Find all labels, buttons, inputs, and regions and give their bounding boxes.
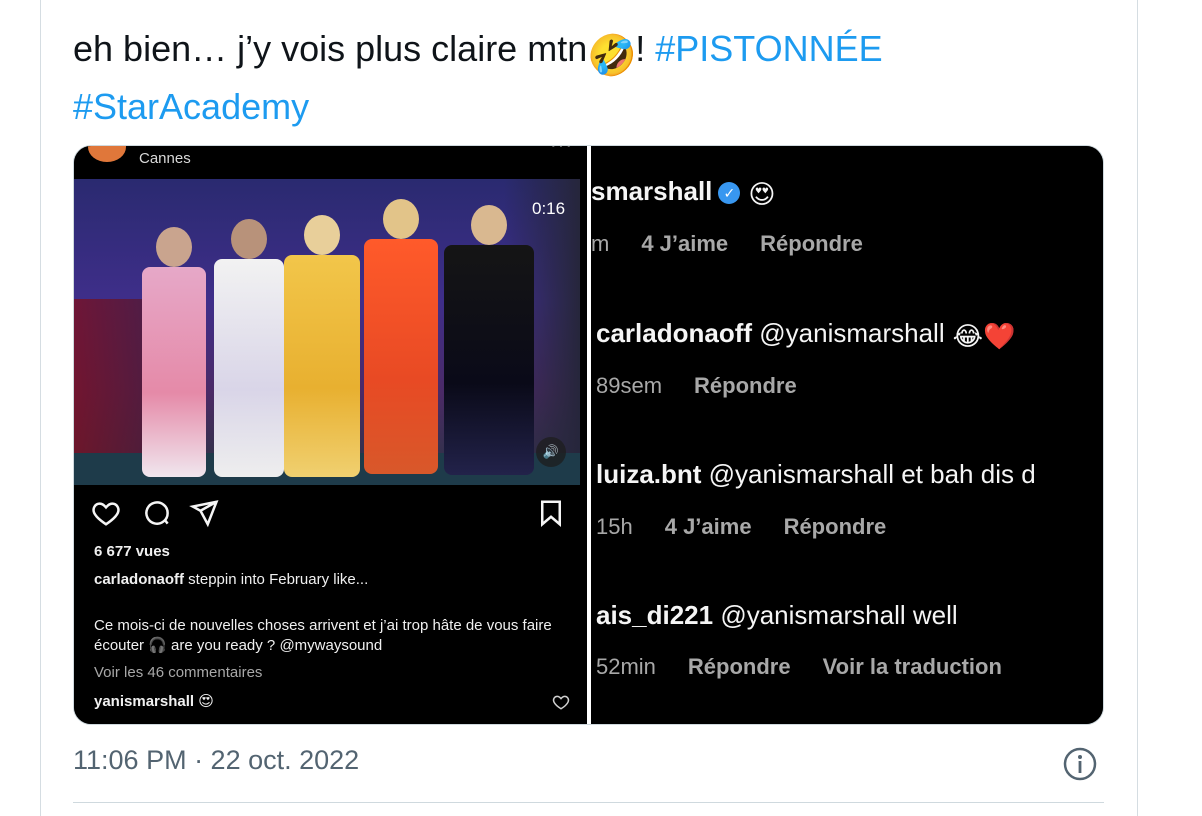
comment-1-likes: 4 J’aime — [641, 231, 729, 256]
info-circle-icon[interactable] — [1062, 746, 1098, 782]
comment-1-reply: Répondre — [760, 231, 863, 256]
comment-2-time: 89sem — [596, 373, 663, 398]
timeline-border-left — [40, 0, 41, 816]
comment-3-reply: Répondre — [783, 514, 887, 539]
tweet-media[interactable]: Cannes ··· 0:16 🔊 6 677 vues carladonaof… — [73, 145, 1104, 725]
comment-3-text: @yanismarshall et bah dis d — [701, 459, 1036, 489]
hashtag-pistonnee-link[interactable]: #PISTONNÉE — [655, 28, 882, 69]
comment-4-text: @yanismarshall well — [713, 600, 958, 630]
top-comment-emoji: 😍 — [198, 693, 214, 710]
comment-2: carladonaoff @yanismarshall 😂❤️ — [596, 318, 1015, 352]
divider — [73, 802, 1104, 803]
instagram-comments-screenshot: smarshall ✓ 😍 m 4 J’aime Répondre carladonao… — [591, 146, 1103, 724]
comment-2-emoji: 😂❤️ — [952, 321, 1016, 351]
caption-username[interactable]: carladonaoff — [94, 571, 184, 588]
top-comment: yanismarshall 😍 — [94, 692, 214, 710]
volume-icon[interactable]: 🔊 — [536, 437, 566, 467]
avatar — [88, 146, 126, 162]
top-comment-username[interactable]: yanismarshall — [94, 693, 194, 710]
video-duration: 0:16 — [532, 199, 566, 218]
comment-3-likes: 4 J’aime — [664, 514, 752, 539]
more-options-icon: ··· — [550, 145, 573, 156]
tweet-text-exclaim: ! — [635, 28, 656, 69]
view-count: 6 677 vues — [94, 543, 170, 560]
comment-1-time: m — [591, 231, 610, 256]
video-player[interactable]: 0:16 🔊 — [74, 179, 580, 485]
bookmark-icon[interactable] — [536, 498, 566, 528]
dancer-1 — [142, 227, 206, 477]
post-action-bar — [74, 498, 580, 534]
comment-1-meta: m 4 J’aime Répondre — [591, 231, 895, 257]
comment-2-reply: Répondre — [694, 373, 797, 398]
share-icon[interactable] — [189, 498, 219, 528]
comment-3-meta: 15h 4 J’aime Répondre — [596, 514, 918, 540]
comment-1-emoji: 😍 — [748, 179, 776, 209]
tweet-timestamp[interactable]: 11:06 PM · 22 oct. 2022 — [73, 745, 359, 776]
comment-4-translate: Voir la traduction — [822, 654, 1002, 679]
view-comments-link[interactable]: Voir les 46 commentaires — [94, 664, 262, 681]
rofl-emoji: 🤣 — [587, 34, 638, 78]
tweet-text-main: eh bien… j’y vois plus claire mtn — [73, 28, 588, 69]
comment-4-reply: Répondre — [687, 654, 791, 679]
dancer-4 — [364, 199, 438, 474]
comment-icon[interactable] — [142, 498, 172, 528]
comment-4-meta: 52min Répondre Voir la traduction — [596, 654, 1034, 680]
comment-1: smarshall ✓ 😍 — [591, 176, 776, 210]
instagram-post-screenshot: Cannes ··· 0:16 🔊 6 677 vues carladonaof… — [74, 145, 587, 724]
dancer-5 — [444, 205, 534, 475]
post-location: Cannes — [139, 150, 191, 167]
comment-3-time: 15h — [596, 514, 633, 539]
comment-3: luiza.bnt @yanismarshall et bah dis d — [596, 459, 1036, 490]
comment-1-username: smarshall — [591, 176, 713, 206]
comment-4-time: 52min — [596, 654, 656, 679]
comment-2-meta: 89sem Répondre — [596, 373, 829, 399]
hashtag-staracademy-link[interactable]: #StarAcademy — [73, 86, 309, 127]
verified-badge-icon: ✓ — [718, 182, 741, 204]
dancer-3 — [284, 215, 360, 477]
comment-3-username: luiza.bnt — [596, 459, 702, 489]
like-comment-heart-icon[interactable] — [552, 693, 570, 711]
comment-2-text: @yanismarshall — [752, 318, 945, 348]
tweet-text: eh bien… j’y vois plus claire mtn🤣! #PIS… — [73, 22, 1113, 134]
post-caption: carladonaoff steppin into February like.… — [94, 571, 574, 588]
comment-4: ais_di221 @yanismarshall well — [596, 600, 958, 631]
timeline-border-right — [1137, 0, 1138, 816]
post-description: Ce mois-ci de nouvelles choses arrivent … — [94, 617, 552, 654]
comment-2-username: carladonaoff — [596, 318, 753, 348]
comment-4-username: ais_di221 — [596, 600, 714, 630]
heart-icon[interactable] — [91, 498, 121, 528]
caption-text: steppin into February like... — [184, 571, 369, 588]
dancer-2 — [214, 219, 284, 477]
